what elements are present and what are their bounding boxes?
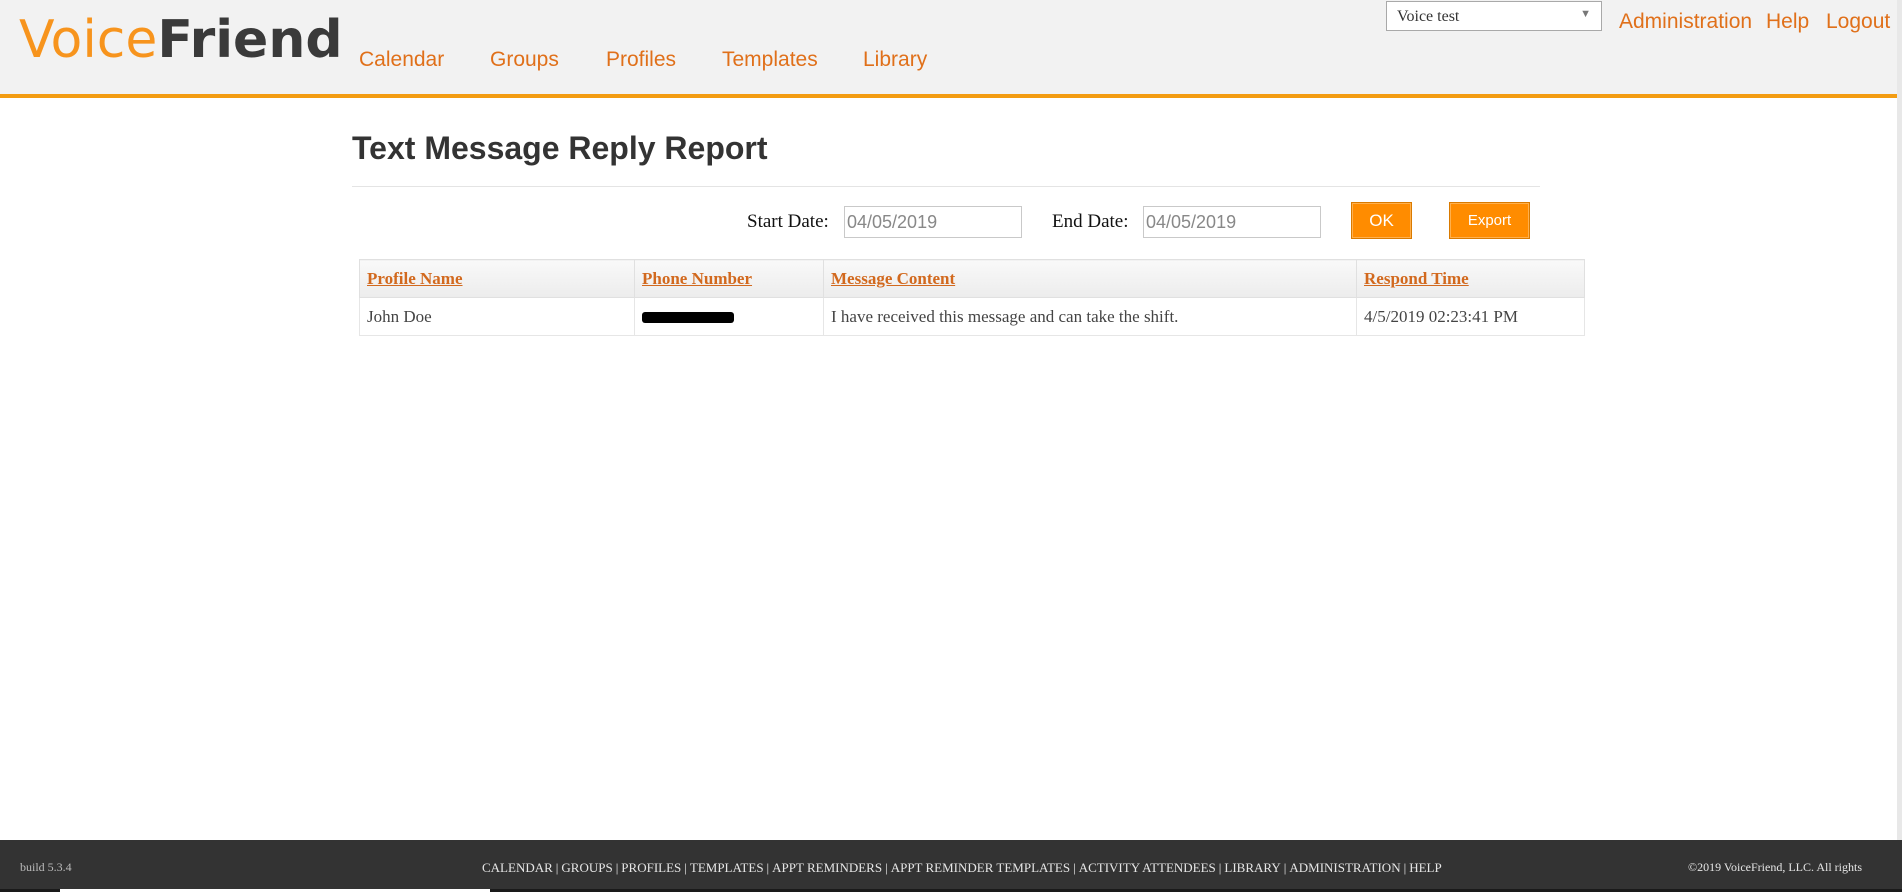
end-date-label: End Date: [1052,211,1129,232]
nav-calendar[interactable]: Calendar [359,48,444,72]
logout-link[interactable]: Logout [1826,10,1890,34]
administration-link[interactable]: Administration [1619,10,1752,34]
export-button-label: Export [1467,212,1512,229]
export-button[interactable]: Export [1449,202,1530,239]
start-date-label: Start Date: [747,211,829,232]
account-select-value: Voice test [1397,8,1460,25]
message-content-cell: I have received this message and can tak… [823,297,1357,336]
build-version: build 5.3.4 [20,860,72,874]
redacted-phone-number [642,312,734,324]
nav-templates[interactable]: Templates [722,48,818,72]
col-profile-name: Profile Name [359,259,635,298]
table-header-row: Profile Name Phone Number Message Conten… [359,259,1585,298]
respond-time-cell: 4/5/2019 02:23:41 PM [1356,297,1585,336]
profile-name-cell: John Doe [359,297,635,336]
footer-link-appt-reminder-templates[interactable]: APPT REMINDER TEMPLATES [891,860,1070,875]
footer-link-activity-attendees[interactable]: ACTIVITY ATTENDEES [1079,860,1216,875]
nav-profiles[interactable]: Profiles [606,48,676,72]
footer-link-library[interactable]: LIBRARY [1224,860,1280,875]
footer-link-calendar[interactable]: CALENDAR [482,860,553,875]
phone-number-cell [634,297,824,336]
logo-friend-text: Friend [157,10,343,70]
footer-link-help[interactable]: HELP [1409,860,1442,875]
col-respond-time: Respond Time [1356,259,1585,298]
start-date-input[interactable] [844,206,1022,238]
col-message-content: Message Content [823,259,1357,298]
help-link[interactable]: Help [1766,10,1809,34]
footer-links: CALENDAR | GROUPS | PROFILES | TEMPLATES | APPT … [482,860,1442,875]
page-title: Text Message Reply Report [352,130,768,166]
end-date-input[interactable] [1143,206,1321,238]
voicefriend-logo[interactable]: VoiceFriend [19,10,343,70]
copyright-text: ©2019 VoiceFriend, LLC. All rights [1688,860,1863,874]
title-divider [352,186,1540,187]
nav-groups[interactable]: Groups [490,48,559,72]
sort-message-content-link[interactable]: Message Content [831,269,955,288]
sort-profile-name-link[interactable]: Profile Name [367,269,463,288]
sort-respond-time-link[interactable]: Respond Time [1364,269,1469,288]
footer-link-profiles[interactable]: PROFILES [621,860,681,875]
reply-report-table: Profile Name Phone Number Message Conten… [359,259,1585,336]
scrollbar[interactable] [1897,0,1902,840]
ok-button-label: OK [1369,211,1394,230]
footer-link-administration[interactable]: ADMINISTRATION [1289,860,1400,875]
table-row: John Doe I have received this message an… [359,297,1585,336]
logo-voice-text: Voice [19,10,158,70]
nav-library[interactable]: Library [863,48,927,72]
app-header: VoiceFriend Calendar Groups Profiles Tem… [0,0,1897,98]
sort-phone-number-link[interactable]: Phone Number [642,269,752,288]
footer-link-groups[interactable]: GROUPS [561,860,612,875]
chevron-down-icon: ▼ [1580,8,1591,20]
app-footer: build 5.3.4 CALENDAR | GROUPS | PROFILES | TEM… [0,840,1902,892]
footer-link-appt-reminders[interactable]: APPT REMINDERS [772,860,882,875]
footer-link-templates[interactable]: TEMPLATES [690,860,764,875]
account-select[interactable]: Voice test ▼ [1386,1,1602,31]
col-phone-number: Phone Number [634,259,824,298]
ok-button[interactable]: OK [1351,202,1412,239]
